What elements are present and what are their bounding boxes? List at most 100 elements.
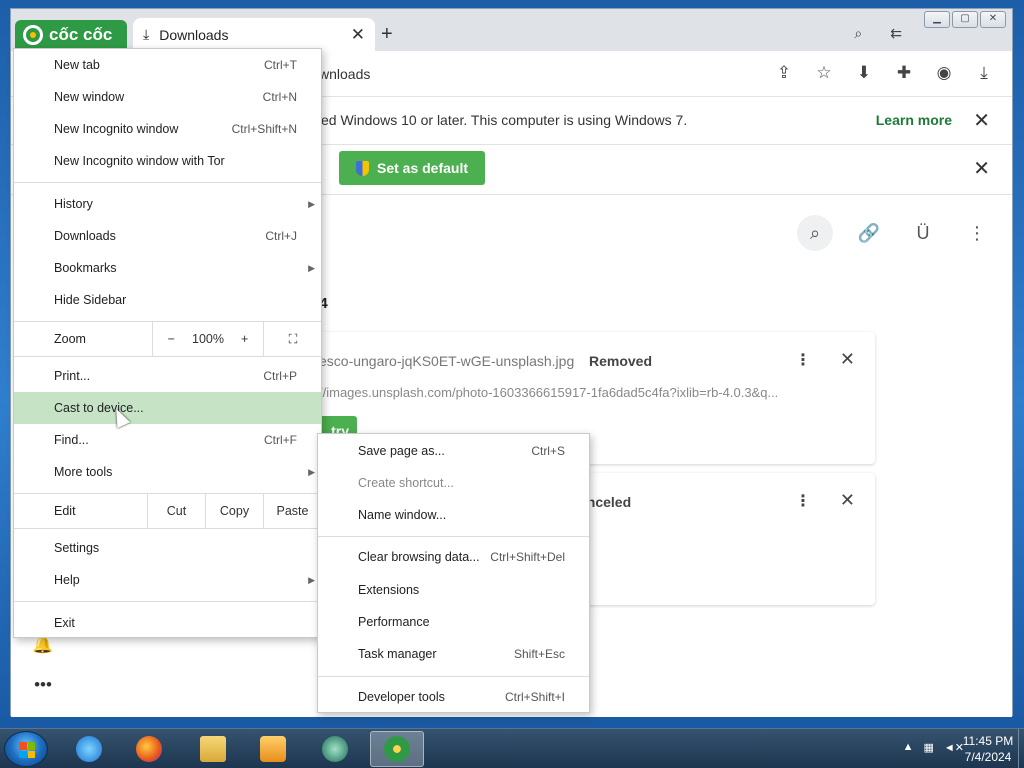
extensions-icon[interactable]: ✚ [892,61,916,85]
maximize-button[interactable]: ▢ [952,11,978,28]
profile-icon[interactable]: ◉ [932,61,956,85]
menu-label: Clear browsing data... [358,550,480,564]
fullscreen-icon[interactable]: ⛶ [264,322,322,356]
menu-label: Find... [54,433,89,447]
status-badge: Removed [589,353,653,369]
cut-button[interactable]: Cut [147,494,205,528]
set-default-label: Set as default [376,160,469,176]
strip-icons: ⌕ ⇇ [854,25,902,42]
menu-label: Help [54,573,80,587]
share-icon[interactable]: ⇪ [772,61,796,85]
search-icon[interactable]: ⌕ [797,215,833,251]
tab-downloads[interactable]: ⤓ Downloads ✕ [133,18,375,51]
chevron-right-icon: ▶ [308,574,315,585]
start-button[interactable] [4,731,48,767]
main-menu: New tab Ctrl+T New window Ctrl+N New Incog… [13,48,322,638]
coccoc-logo-icon [23,25,43,45]
more-options-icon[interactable]: ⋮ [795,491,811,511]
close-window-button[interactable]: ✕ [980,11,1006,28]
clock-date: 7/4/2024 [964,750,1012,764]
submenu-item-task-manager[interactable]: Task manager Shift+Esc [318,639,589,669]
taskbar-ie[interactable] [62,731,116,767]
menu-item-incognito-tor[interactable]: New Incognito window with Tor [14,145,321,177]
menu-item-help[interactable]: Help ▶ [14,564,321,596]
learn-more-link[interactable]: Learn more [876,112,952,128]
submenu-item-dev-tools[interactable]: Developer tools Ctrl+Shift+I [318,682,589,712]
download-manager-icon[interactable]: Ü [905,215,941,251]
more-tools-submenu: Save page as... Ctrl+S Create shortcut...… [317,433,590,713]
zoom-out-button[interactable]: − [153,322,190,356]
back-icon[interactable]: ⇇ [890,25,902,42]
menu-item-more-tools[interactable]: More tools ▶ [14,456,321,488]
tab-title: Downloads [159,26,229,43]
clock[interactable]: 11:45 PM 7/4/2024 [960,733,1016,765]
menu-item-print[interactable]: Print... Ctrl+P [14,360,321,392]
submenu-item-save-page[interactable]: Save page as... Ctrl+S [318,436,589,466]
save-download-icon[interactable]: ⬇ [852,61,876,85]
menu-item-exit[interactable]: Exit [14,607,321,639]
menu-item-find[interactable]: Find... Ctrl+F [14,424,321,456]
submenu-item-performance[interactable]: Performance [318,607,589,637]
chevron-right-icon: ▶ [308,466,315,477]
chevron-right-icon: ▶ [308,262,315,273]
set-as-default-button[interactable]: Set as default [339,151,485,185]
address-bar[interactable]: wnloads [311,61,781,87]
link-icon[interactable]: 🔗 [851,215,887,251]
menu-label: New window [54,90,125,104]
tray-arrow-icon[interactable]: ▲ [903,741,914,754]
menu-item-cast[interactable]: Cast to device... [14,392,321,424]
menu-label: Hide Sidebar [54,293,127,307]
menu-item-new-tab[interactable]: New tab Ctrl+T [14,49,321,81]
network-icon[interactable]: ▦ [923,741,933,754]
submenu-item-extensions[interactable]: Extensions [318,575,589,605]
media-player-icon [260,736,286,762]
menu-item-new-incognito[interactable]: New Incognito window Ctrl+Shift+N [14,113,321,145]
shortcut: Shift+Esc [513,647,565,661]
close-icon[interactable]: ✕ [973,108,990,133]
tab-close-icon[interactable]: ✕ [351,25,365,45]
file-name[interactable]: esco-ungaro-jqKS0ET-wGE-unsplash.jpg [319,353,574,369]
new-tab-button[interactable]: + [381,23,393,46]
file-url[interactable]: //images.unsplash.com/photo-160336661591… [319,385,789,400]
close-icon[interactable]: ✕ [840,490,855,511]
show-desktop-button[interactable] [1018,729,1024,768]
more-options-icon[interactable]: ⋮ [795,350,811,370]
menu-label: Edit [54,504,76,518]
menu-label: Task manager [358,647,437,661]
menu-item-bookmarks[interactable]: Bookmarks ▶ [14,252,321,284]
menu-item-hide-sidebar[interactable]: Hide Sidebar [14,284,321,316]
close-icon[interactable]: ✕ [973,156,990,181]
coccoc-menu-button[interactable]: cốc cốc [15,20,127,50]
taskbar-app[interactable] [308,731,362,767]
taskbar-explorer[interactable] [186,731,240,767]
divider [14,182,321,183]
close-icon[interactable]: ✕ [840,349,855,370]
submenu-item-name-window[interactable]: Name window... [318,500,589,530]
downloads-icon[interactable]: ⤓ [972,61,996,85]
copy-button[interactable]: Copy [205,494,263,528]
menu-item-edit: Edit Cut Copy Paste [14,494,321,528]
menu-item-downloads[interactable]: Downloads Ctrl+J [14,220,321,252]
menu-label: Print... [54,369,91,383]
menu-label: Performance [358,615,430,629]
firefox-icon [136,736,162,762]
menu-label: Cast to device... [54,401,144,415]
more-horizontal-icon[interactable]: ••• [23,675,63,695]
submenu-item-clear-browsing[interactable]: Clear browsing data... Ctrl+Shift+Del [318,542,589,572]
taskbar-coccoc[interactable] [370,731,424,767]
zoom-in-button[interactable]: + [226,322,263,356]
divider [318,536,589,537]
more-options-icon[interactable]: ⋮ [959,215,995,251]
search-tabs-icon[interactable]: ⌕ [854,25,862,42]
paste-button[interactable]: Paste [263,494,321,528]
minimize-button[interactable]: ▁ [924,11,950,28]
menu-item-new-window[interactable]: New window Ctrl+N [14,81,321,113]
taskbar-media[interactable] [246,731,300,767]
taskbar: ▲ ▦ ◄✕ 11:45 PM 7/4/2024 [0,728,1024,768]
bookmark-star-icon[interactable]: ☆ [812,61,836,85]
taskbar-firefox[interactable] [122,731,176,767]
system-tray: ▲ ▦ ◄✕ [903,741,964,754]
menu-item-settings[interactable]: Settings [14,532,321,564]
menu-item-history[interactable]: History ▶ [14,188,321,220]
divider [14,356,321,357]
